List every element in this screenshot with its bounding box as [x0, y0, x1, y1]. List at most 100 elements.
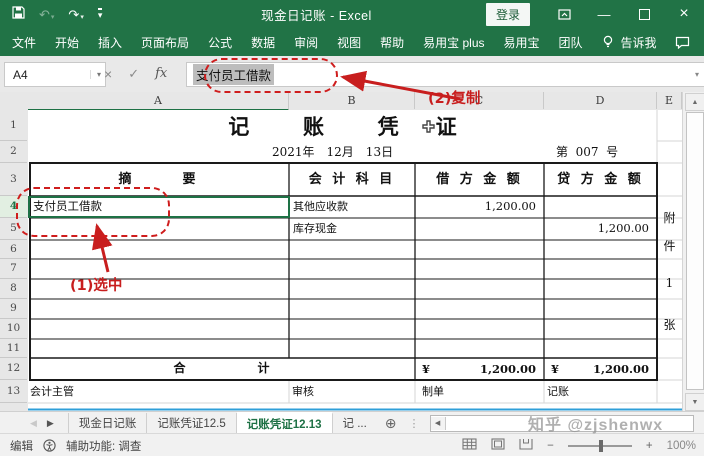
- zoom-out-icon[interactable]: −: [547, 440, 554, 452]
- tab-yiyongbao-plus[interactable]: 易用宝 plus: [423, 34, 484, 51]
- sheet-tab-truncated[interactable]: 记 ...: [333, 413, 377, 434]
- currency-symbol: ¥: [422, 362, 430, 376]
- login-button[interactable]: 登录: [486, 3, 530, 26]
- scroll-left-button[interactable]: ◀: [431, 417, 446, 430]
- row-header-6[interactable]: 6: [0, 240, 27, 259]
- tab-formulas[interactable]: 公式: [208, 34, 232, 51]
- ribbon-display-options-button[interactable]: [544, 0, 584, 28]
- sheet-tab-voucher-12-13[interactable]: 记账凭证12.13: [237, 412, 333, 435]
- next-sheet-icon[interactable]: ▶: [47, 418, 54, 429]
- tab-home[interactable]: 开始: [55, 34, 79, 51]
- normal-view-icon[interactable]: [462, 438, 477, 453]
- tab-file[interactable]: 文件: [12, 34, 36, 51]
- cancel-entry-icon[interactable]: ×: [104, 66, 112, 82]
- cell-b4-account[interactable]: 其他应收款: [293, 196, 348, 217]
- column-header-b[interactable]: B: [289, 92, 415, 109]
- comments-icon[interactable]: [675, 36, 690, 49]
- header-account[interactable]: 会 计 科 目: [289, 163, 415, 196]
- row-header-9[interactable]: 9: [0, 299, 27, 319]
- signer-preparer[interactable]: 制单: [422, 381, 444, 402]
- voucher-date[interactable]: 2021年 12月 13日: [272, 143, 393, 160]
- cell-d5-credit[interactable]: 1,200.00: [544, 218, 649, 239]
- edit-mode-label: 编辑: [10, 438, 33, 454]
- header-credit[interactable]: 贷 方 金 额: [544, 163, 657, 196]
- row-header-11[interactable]: 11: [0, 339, 27, 358]
- tab-tell-me[interactable]: 告诉我: [621, 34, 657, 51]
- tab-help[interactable]: 帮助: [380, 34, 404, 51]
- row-header-3[interactable]: 3: [0, 163, 27, 196]
- tab-insert[interactable]: 插入: [98, 34, 122, 51]
- row-header-2[interactable]: 2: [0, 141, 27, 163]
- voucher-number[interactable]: 第 007 号: [556, 143, 618, 160]
- zoom-level[interactable]: 100%: [667, 440, 696, 452]
- accessibility-status[interactable]: 辅助功能: 调查: [66, 438, 141, 454]
- insert-function-icon[interactable]: fx: [155, 66, 167, 81]
- vertical-scroll-thumb[interactable]: [686, 112, 704, 390]
- worksheet-area: 记 账 凭 证 2021年 12月 13日 第 007 号 摘 要 会 计 科 …: [28, 110, 682, 411]
- column-header-a[interactable]: A: [28, 92, 289, 111]
- zoom-in-icon[interactable]: +: [646, 440, 653, 452]
- formula-selected-text: 支付员工借款: [193, 64, 274, 85]
- column-header-e[interactable]: E: [657, 92, 682, 109]
- close-button[interactable]: ×: [664, 0, 704, 28]
- tab-team[interactable]: 团队: [559, 34, 583, 51]
- total-debit-cell[interactable]: ¥ 1,200.00: [415, 358, 544, 379]
- formula-bar: A4 ▾ × ✓ fx 支付员工借款 ▾: [0, 56, 704, 93]
- horizontal-scrollbar[interactable]: ◀: [430, 415, 694, 432]
- maximize-button[interactable]: [624, 0, 664, 28]
- sheet-tab-voucher-12-5[interactable]: 记账凭证12.5: [147, 413, 236, 434]
- row-header-4[interactable]: 4: [0, 196, 27, 218]
- signer-bookkeeper[interactable]: 记账: [547, 381, 569, 402]
- save-icon[interactable]: [12, 6, 25, 22]
- scroll-up-button[interactable]: ▲: [685, 93, 704, 111]
- scroll-down-button[interactable]: ▼: [685, 393, 704, 411]
- title-bar: ↶▾ ↷▾ ▾ 现金日记账 - Excel 登录 — ×: [0, 0, 704, 28]
- new-sheet-icon[interactable]: ⊕: [377, 415, 405, 432]
- tab-review[interactable]: 审阅: [294, 34, 318, 51]
- row-header-12[interactable]: 12: [0, 358, 27, 380]
- attachment-count: 1: [657, 276, 682, 290]
- cell-a4-summary[interactable]: 支付员工借款: [33, 196, 102, 217]
- page-break-view-icon[interactable]: [519, 438, 533, 453]
- sheet-tab-cash-journal[interactable]: 现金日记账: [68, 413, 148, 434]
- row-header-5[interactable]: 5: [0, 218, 27, 240]
- row-header-7[interactable]: 7: [0, 259, 27, 279]
- signer-reviewer[interactable]: 审核: [292, 381, 314, 402]
- row-header-10[interactable]: 10: [0, 319, 27, 339]
- row-header-13[interactable]: 13: [0, 380, 27, 403]
- vertical-scrollbar[interactable]: ▲ ▼: [682, 92, 704, 411]
- prev-sheet-icon[interactable]: ◀: [30, 418, 37, 429]
- cell-b5-account[interactable]: 库存现金: [293, 218, 337, 239]
- total-label[interactable]: 合 计: [28, 358, 415, 379]
- tab-yiyongbao[interactable]: 易用宝: [504, 34, 540, 51]
- row-header-8[interactable]: 8: [0, 279, 27, 299]
- tab-data[interactable]: 数据: [251, 34, 275, 51]
- excel-window: ↶▾ ↷▾ ▾ 现金日记账 - Excel 登录 — × 文件 开始 插入 页面…: [0, 0, 704, 456]
- zoom-slider[interactable]: [568, 445, 632, 447]
- minimize-button[interactable]: —: [584, 0, 624, 28]
- name-box[interactable]: A4 ▾: [4, 62, 106, 87]
- header-debit[interactable]: 借 方 金 额: [415, 163, 544, 196]
- header-summary[interactable]: 摘 要: [28, 163, 289, 196]
- redo-button[interactable]: ↷▾: [68, 8, 83, 21]
- formula-input[interactable]: 支付员工借款 ▾: [186, 62, 704, 87]
- undo-button[interactable]: ↶▾: [39, 8, 54, 21]
- customize-qat-button[interactable]: ▾: [98, 8, 103, 20]
- page-layout-view-icon[interactable]: [491, 438, 505, 453]
- ribbon-tabs: 文件 开始 插入 页面布局 公式 数据 审阅 视图 帮助 易用宝 plus 易用…: [0, 34, 657, 51]
- confirm-entry-icon[interactable]: ✓: [128, 66, 139, 82]
- customize-caret-icon: ▾: [98, 10, 103, 20]
- total-credit-cell[interactable]: ¥ 1,200.00: [544, 358, 657, 379]
- voucher-title[interactable]: 记 账 凭 证: [28, 111, 657, 141]
- signer-accounting-manager[interactable]: 会计主管: [30, 381, 74, 402]
- column-header-d[interactable]: D: [544, 92, 657, 109]
- tab-view[interactable]: 视图: [337, 34, 361, 51]
- row-header-1[interactable]: 1: [0, 110, 27, 141]
- zoom-slider-thumb[interactable]: [599, 440, 603, 452]
- undo-caret-icon: ▾: [51, 14, 55, 21]
- status-bar: 编辑 辅助功能: 调查 − + 100%: [0, 433, 704, 456]
- column-header-c[interactable]: C: [415, 92, 544, 109]
- cell-c4-debit[interactable]: 1,200.00: [415, 196, 536, 217]
- tab-page-layout[interactable]: 页面布局: [141, 34, 189, 51]
- sheet-tab-bar: ◀ ▶ 现金日记账 记账凭证12.5 记账凭证12.13 记 ... ⊕ ⋮ ◀: [0, 411, 704, 434]
